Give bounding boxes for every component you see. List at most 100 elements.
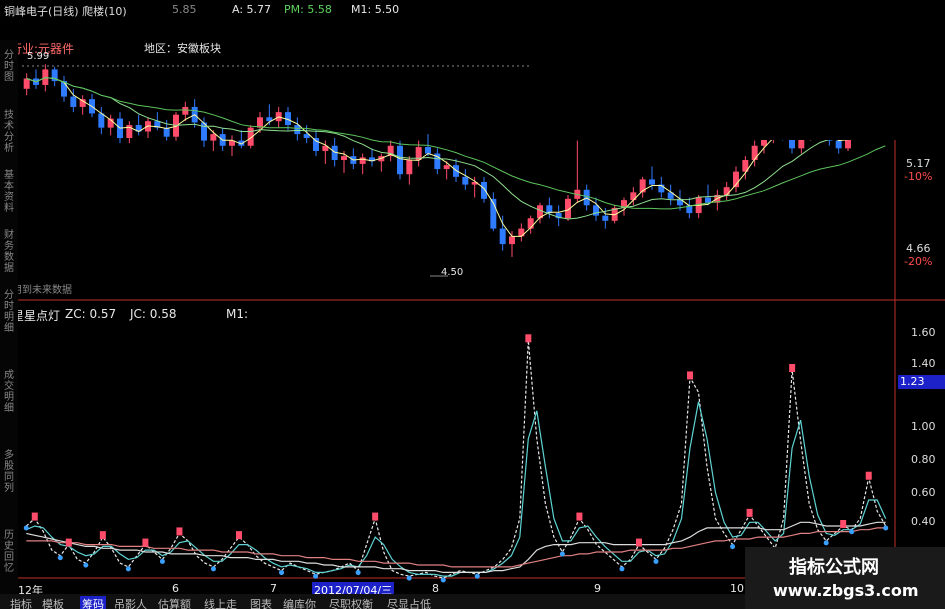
axis-tick: 1.60 — [911, 326, 936, 339]
trough-marker — [653, 558, 659, 564]
a-value: A: 5.77 — [232, 3, 272, 16]
trough-marker — [210, 566, 216, 572]
peak-marker — [635, 538, 642, 547]
peak-marker — [865, 471, 872, 480]
tab-chips[interactable]: 筹码 — [80, 596, 106, 609]
peak-marker — [31, 512, 38, 521]
trough-marker — [440, 577, 446, 583]
peak-marker — [142, 538, 149, 547]
sidebar-item-technical[interactable]: 技术分析 — [1, 110, 17, 154]
trough-marker — [559, 551, 565, 557]
candle-body — [425, 147, 431, 154]
jc-value: JC: 0.58 — [130, 307, 177, 321]
pm-value: PM: 5.58 — [284, 3, 332, 16]
candle-body — [509, 236, 515, 245]
sidebar-item-multi-stock[interactable]: 多股同列 — [1, 450, 17, 494]
peak-marker — [236, 531, 242, 540]
zc-value: ZC: 0.57 — [65, 307, 117, 321]
tab-7[interactable]: 图表 — [250, 596, 272, 609]
peak-marker — [372, 512, 379, 521]
candle-body — [182, 106, 189, 115]
peak-marker — [99, 531, 106, 540]
header-value: 5.85 — [172, 3, 197, 16]
chart-canvas — [18, 40, 945, 583]
trough-marker — [313, 573, 319, 579]
trough-marker — [159, 558, 165, 564]
axis-tick: 1.00 — [911, 420, 936, 433]
sidebar-item-trade-detail[interactable]: 成交明细 — [1, 370, 17, 414]
candle-body — [70, 96, 77, 107]
trough-marker — [355, 570, 361, 576]
peak-marker — [525, 334, 532, 343]
candle-body — [341, 156, 347, 160]
candle-body — [98, 113, 105, 128]
current-value-badge: 1.23 — [898, 375, 945, 389]
region-label: 地区：安徽板块 — [144, 42, 221, 55]
sidebar-item-history[interactable]: 历史回忆 — [1, 530, 17, 574]
sidebar-item-basic-info[interactable]: 基本资料 — [1, 170, 17, 214]
trough-marker — [57, 555, 63, 561]
watermark-url: www.zbgs3.com — [773, 581, 919, 600]
candle-body — [359, 157, 366, 164]
candle-body — [518, 228, 525, 237]
trough-marker — [619, 566, 625, 572]
m1-indicator-value: M1: — [226, 307, 249, 321]
tab-9[interactable]: 尽职权衡 — [329, 596, 373, 609]
chart-window: { "header": { "title": "铜峰电子(日线) 爬楼(10)"… — [0, 0, 945, 609]
axis-tick: 5.17 — [906, 157, 931, 170]
trough-marker — [83, 562, 89, 568]
candle-body — [630, 192, 637, 201]
trough-marker — [474, 573, 480, 579]
trough-marker — [883, 525, 889, 531]
candle-body — [481, 182, 487, 199]
left-sidebar: 分时图 技术分析 基本资料 财务数据 分时明细 成交明细 多股同列 历史回忆 — [0, 40, 18, 600]
candle-body — [23, 78, 30, 89]
trough-marker — [279, 570, 285, 576]
series-line-zc — [25, 340, 887, 579]
tab-10[interactable]: 尽显占低 — [387, 596, 431, 609]
axis-tick: 4.66 — [906, 242, 931, 255]
trough-marker — [406, 575, 412, 581]
peak-marker — [176, 527, 183, 536]
tab-4[interactable]: 吊影人 — [114, 596, 147, 609]
upper-clip-mask — [556, 40, 896, 140]
candle-body — [499, 228, 506, 245]
sidebar-item-financial[interactable]: 财务数据 — [1, 230, 17, 274]
tab-template[interactable]: 模板 — [42, 596, 64, 609]
candle-body — [593, 205, 599, 216]
axis-tick: -20% — [904, 255, 933, 268]
watermark: 指标公式网 www.zbgs3.com — [745, 547, 945, 609]
sidebar-item-timeshare[interactable]: 分时图 — [1, 50, 17, 83]
axis-tick: -10% — [904, 170, 933, 183]
candle-body — [443, 165, 450, 170]
candle-body — [705, 197, 711, 203]
candle-body — [602, 215, 609, 221]
trough-marker — [125, 566, 131, 572]
candle-body — [210, 134, 217, 141]
trough-marker — [849, 529, 855, 535]
candle-body — [751, 145, 758, 160]
peak-marker — [789, 364, 796, 372]
watermark-title: 指标公式网 — [789, 557, 879, 578]
trough-marker — [823, 540, 829, 546]
candle-body — [835, 140, 842, 149]
trough-marker — [23, 525, 29, 531]
tab-8[interactable]: 编库你 — [283, 596, 316, 609]
future-data-note: 用到未来数据 — [12, 285, 72, 296]
peak-marker — [576, 512, 583, 521]
axis-tick: 0.60 — [911, 486, 936, 499]
axis-tick: 0.40 — [911, 515, 936, 528]
candle-body — [397, 145, 403, 175]
stock-title: 铜峰电子(日线) 爬楼(10) — [4, 5, 127, 18]
high-price-label: 5.99 — [27, 51, 50, 62]
low-price-label: 4.50 — [441, 267, 464, 278]
tab-5[interactable]: 估算额 — [158, 596, 191, 609]
tab-indicator[interactable]: 指标 — [10, 596, 32, 609]
candle-body — [723, 187, 730, 195]
candle-body — [649, 179, 655, 185]
trough-marker — [730, 544, 736, 550]
tab-6[interactable]: 线上走 — [204, 596, 237, 609]
candle-body — [313, 138, 319, 151]
candle-body — [163, 127, 170, 137]
sidebar-item-tick-detail[interactable]: 分时明细 — [1, 290, 17, 334]
